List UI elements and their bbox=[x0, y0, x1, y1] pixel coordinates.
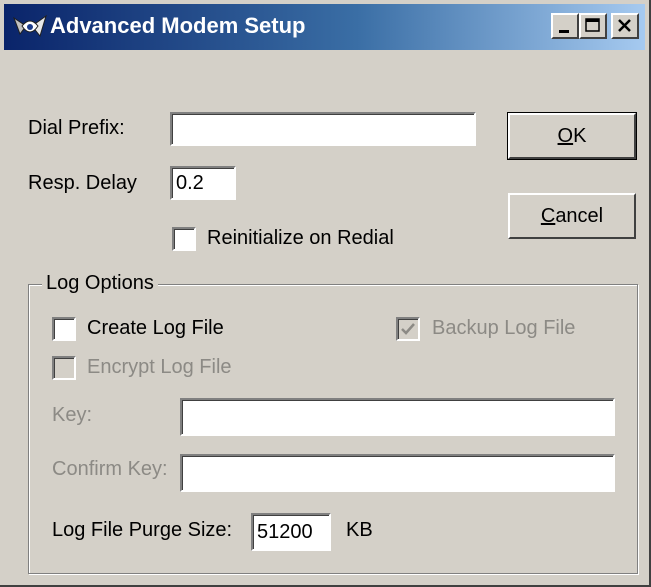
resp-delay-input[interactable] bbox=[170, 166, 236, 200]
create-log-label: Create Log File bbox=[87, 317, 224, 339]
maximize-icon bbox=[585, 18, 600, 32]
confirm-key-label: Confirm Key: bbox=[52, 458, 168, 480]
ok-label: K bbox=[573, 124, 587, 147]
reinitialize-checkbox[interactable] bbox=[172, 227, 196, 251]
encrypt-log-label: Encrypt Log File bbox=[87, 356, 232, 378]
dial-prefix-label: Dial Prefix: bbox=[28, 117, 125, 139]
ok-mnemonic: O bbox=[557, 124, 574, 147]
close-button[interactable] bbox=[611, 13, 639, 39]
dial-prefix-input[interactable] bbox=[170, 112, 476, 146]
log-options-legend: Log Options bbox=[42, 272, 158, 295]
title-bar[interactable]: Advanced Modem Setup bbox=[4, 4, 645, 50]
reinitialize-label: Reinitialize on Redial bbox=[207, 227, 394, 249]
purge-size-unit: KB bbox=[346, 519, 373, 541]
cancel-mnemonic: C bbox=[540, 204, 556, 227]
purge-size-input[interactable] bbox=[251, 513, 331, 551]
minimize-icon bbox=[559, 30, 569, 33]
backup-log-label: Backup Log File bbox=[432, 317, 576, 339]
ok-button[interactable]: OK bbox=[507, 112, 637, 160]
modem-app-icon bbox=[12, 12, 48, 42]
maximize-button[interactable] bbox=[579, 13, 607, 39]
purge-size-label: Log File Purge Size: bbox=[52, 519, 233, 541]
create-log-checkbox[interactable] bbox=[52, 317, 76, 341]
resp-delay-label: Resp. Delay bbox=[28, 172, 137, 194]
checkmark-icon bbox=[401, 323, 415, 335]
confirm-key-input[interactable] bbox=[180, 454, 615, 492]
window-title: Advanced Modem Setup bbox=[50, 13, 306, 38]
dialog-window: Advanced Modem Setup Dial Prefix: Resp. … bbox=[0, 0, 651, 587]
cancel-button[interactable]: Cancel bbox=[508, 193, 636, 239]
encrypt-log-checkbox[interactable] bbox=[52, 356, 76, 380]
key-input[interactable] bbox=[180, 398, 615, 436]
cancel-label: ancel bbox=[555, 204, 604, 227]
close-icon bbox=[618, 19, 631, 32]
minimize-button[interactable] bbox=[551, 13, 579, 39]
key-label: Key: bbox=[52, 404, 93, 426]
backup-log-checkbox[interactable] bbox=[396, 317, 420, 341]
